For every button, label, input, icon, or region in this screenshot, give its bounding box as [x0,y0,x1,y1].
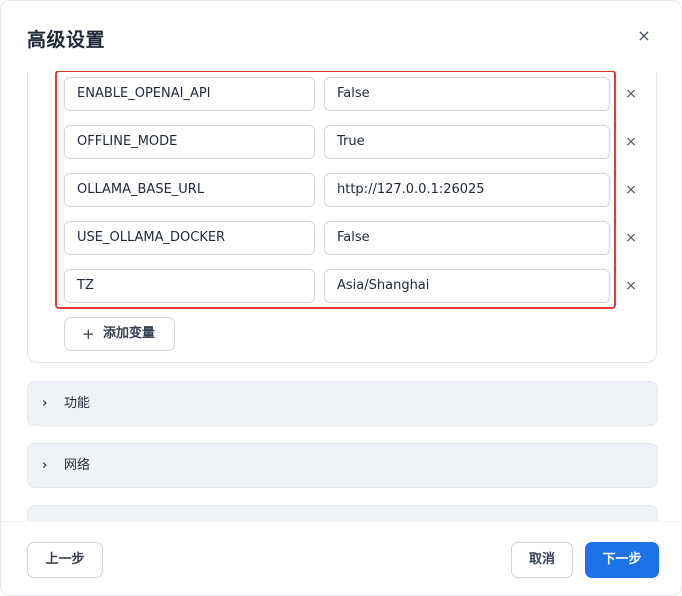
env-var-row: OLLAMA_BASE_URL http://127.0.0.1:26025 × [64,173,644,207]
env-var-value-input[interactable]: False [324,221,610,255]
remove-variable-icon[interactable]: × [624,125,638,159]
add-variable-label: 添加变量 [103,326,156,341]
remove-variable-icon[interactable]: × [624,269,638,303]
plus-icon: + [82,325,95,343]
dialog-title: 高级设置 [27,29,106,51]
env-var-key-input[interactable]: OFFLINE_MODE [64,125,315,159]
env-var-row: OFFLINE_MODE True × [64,125,644,159]
env-var-key-input[interactable]: OLLAMA_BASE_URL [64,173,315,207]
dialog-scroll-area[interactable]: ENABLE_OPENAI_API False × OFFLINE_MODE T… [1,71,681,521]
env-var-key-input[interactable]: USE_OLLAMA_DOCKER [64,221,315,255]
previous-step-button[interactable]: 上一步 [27,542,103,578]
add-variable-button[interactable]: + 添加变量 [64,317,175,351]
chevron-right-icon: › [42,458,48,473]
advanced-settings-dialog: 高级设置 × ENABLE_OPENAI_API False × OFFLINE… [0,0,682,596]
close-icon[interactable]: × [633,25,655,47]
remove-variable-icon[interactable]: × [624,221,638,255]
env-var-row: USE_OLLAMA_DOCKER False × [64,221,644,255]
section-network[interactable]: › 网络 [27,443,658,488]
section-collapsed[interactable] [27,505,658,521]
dialog-header: 高级设置 × [1,1,681,71]
remove-variable-icon[interactable]: × [624,173,638,207]
env-var-value-input[interactable]: Asia/Shanghai [324,269,610,303]
section-label: 网络 [64,458,91,473]
next-step-button[interactable]: 下一步 [585,542,659,578]
dialog-footer: 上一步 取消 下一步 [1,521,681,595]
section-label: 功能 [64,396,91,411]
section-features[interactable]: › 功能 [27,381,658,426]
env-var-key-input[interactable]: ENABLE_OPENAI_API [64,77,315,111]
env-var-value-input[interactable]: False [324,77,610,111]
env-var-row: TZ Asia/Shanghai × [64,269,644,303]
env-var-row: ENABLE_OPENAI_API False × [64,77,644,111]
env-var-value-input[interactable]: True [324,125,610,159]
env-var-value-input[interactable]: http://127.0.0.1:26025 [324,173,610,207]
cancel-button[interactable]: 取消 [511,542,573,578]
chevron-right-icon: › [42,396,48,411]
env-var-key-input[interactable]: TZ [64,269,315,303]
remove-variable-icon[interactable]: × [624,77,638,111]
